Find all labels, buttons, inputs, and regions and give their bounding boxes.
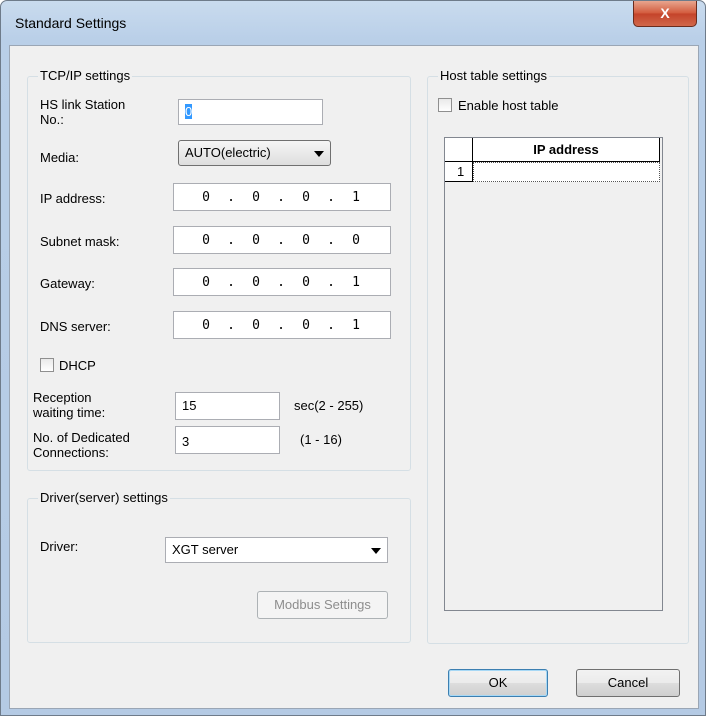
dialog-window: Standard Settings X TCP/IP settings HS l… [0,0,706,716]
chevron-down-icon [314,151,324,157]
row-number: 1 [445,162,473,182]
dns-server-field[interactable]: 0. 0. 0. 1 [173,311,391,339]
host-table-grid[interactable]: IP address 1 [444,137,663,611]
driver-select[interactable]: XGT server [165,537,388,563]
driver-legend: Driver(server) settings [38,490,170,505]
subnet-mask-field[interactable]: 0. 0. 0. 0 [173,226,391,254]
ip-address-column-header: IP address [473,138,660,162]
cancel-button[interactable]: Cancel [576,669,680,697]
ip-address-label: IP address: [40,191,106,206]
media-label: Media: [40,150,80,165]
tcpip-legend: TCP/IP settings [38,68,133,83]
enable-host-table-checkbox[interactable] [438,98,452,112]
gateway-field[interactable]: 0. 0. 0. 1 [173,268,391,296]
dhcp-label: DHCP [59,358,96,373]
host-table-group: Host table settings Enable host table IP… [427,68,689,644]
grid-corner-cell [445,138,473,162]
close-button[interactable]: X [633,1,697,27]
media-select[interactable]: AUTO(electric) [178,140,331,166]
chevron-down-icon [371,548,381,554]
ip-address-cell[interactable] [473,162,660,182]
reception-waiting-input[interactable]: 15 [175,392,280,420]
host-table-legend: Host table settings [438,68,549,83]
dedicated-connections-input[interactable]: 3 [175,426,280,454]
ip-address-field[interactable]: 0. 0. 0. 1 [173,183,391,211]
modbus-settings-button[interactable]: Modbus Settings [257,591,388,619]
reception-range-label: sec(2 - 255) [294,398,364,413]
dedicated-range-label: (1 - 16) [300,432,342,447]
window-title: Standard Settings [15,15,127,31]
driver-label: Driver: [40,539,79,554]
dns-server-label: DNS server: [40,319,111,334]
gateway-label: Gateway: [40,276,95,291]
tcpip-group: TCP/IP settings HS link Station No.: 0 M… [27,68,411,471]
enable-host-table-label: Enable host table [458,98,559,113]
close-icon: X [660,5,670,21]
reception-waiting-label: Reception waiting time: [33,390,106,420]
dedicated-connections-label: No. of Dedicated Connections: [33,430,130,460]
ok-button[interactable]: OK [448,669,548,697]
hs-link-station-input[interactable]: 0 [178,99,323,125]
driver-group: Driver(server) settings Driver: XGT serv… [27,490,411,643]
dhcp-checkbox[interactable] [40,358,54,372]
dialog-client-area: TCP/IP settings HS link Station No.: 0 M… [9,45,699,709]
subnet-mask-label: Subnet mask: [40,234,120,249]
hs-link-label: HS link Station No.: [40,97,126,127]
